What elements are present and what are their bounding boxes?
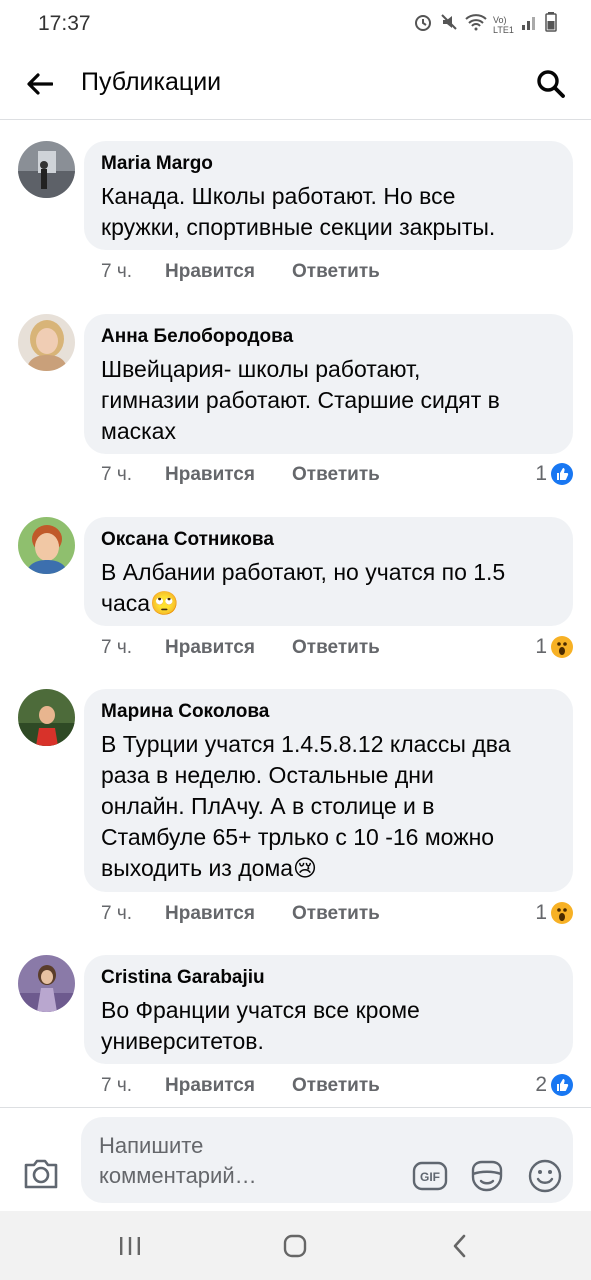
comment-actions: 7 ч. Нравится Ответить — [101, 1075, 380, 1097]
comment-time[interactable]: 7 ч. — [101, 1075, 165, 1097]
wow-reaction-icon — [551, 902, 573, 924]
comment-author[interactable]: Оксана Сотникова — [101, 529, 556, 551]
reaction-count[interactable]: 1 — [535, 462, 573, 486]
like-reaction-icon — [551, 463, 573, 485]
back-button[interactable] — [22, 66, 58, 102]
wifi-icon — [465, 13, 487, 36]
like-button[interactable]: Нравится — [165, 637, 292, 659]
avatar[interactable] — [18, 689, 75, 746]
avatar[interactable] — [18, 314, 75, 371]
comment-bubble[interactable]: Maria Margo Канада. Школы работают. Но в… — [84, 141, 573, 250]
comment-actions: 7 ч. Нравится Ответить — [101, 261, 380, 283]
like-button[interactable]: Нравится — [165, 903, 292, 925]
sticker-icon — [471, 1160, 503, 1192]
mute-icon — [439, 12, 459, 37]
camera-button[interactable] — [22, 1156, 60, 1192]
comment-actions: 7 ч. Нравится Ответить — [101, 637, 380, 659]
avatar[interactable] — [18, 141, 75, 198]
comment-text: Во Франции учатся все кроме университето… — [101, 997, 420, 1054]
reaction-count-label: 1 — [535, 462, 547, 485]
status-time: 17:37 — [38, 12, 91, 35]
svg-text:GIF: GIF — [420, 1170, 440, 1184]
reaction-count[interactable]: 2 — [535, 1073, 573, 1097]
reaction-count-label: 2 — [535, 1073, 547, 1096]
like-button[interactable]: Нравится — [165, 261, 292, 283]
comment-author[interactable]: Maria Margo — [101, 153, 556, 175]
home-button[interactable] — [275, 1229, 315, 1263]
reply-button[interactable]: Ответить — [292, 637, 380, 659]
avatar[interactable] — [18, 955, 75, 1012]
comment-text: Канада. Школы работают. Но все кружки, с… — [101, 183, 496, 240]
comment-list: Maria Margo Канада. Школы работают. Но в… — [0, 121, 591, 1107]
comment-time[interactable]: 7 ч. — [101, 637, 165, 659]
comment-input-placeholder: Напишите комментарий… — [99, 1133, 257, 1188]
comment-text: В Турции учатся 1.4.5.8.12 классы два ра… — [101, 731, 511, 881]
page-title: Публикации — [81, 68, 222, 96]
comment-author[interactable]: Cristina Garabajiu — [101, 967, 556, 989]
emoji-icon — [528, 1159, 562, 1193]
signal-icon — [521, 13, 539, 36]
comment-actions: 7 ч. Нравится Ответить — [101, 903, 380, 925]
search-icon — [537, 70, 565, 98]
search-button[interactable] — [533, 66, 569, 102]
wow-reaction-icon — [551, 636, 573, 658]
comment-author[interactable]: Анна Белобородова — [101, 326, 556, 348]
comment-bubble[interactable]: Анна Белобородова Швейцария- школы работ… — [84, 314, 573, 454]
reaction-count-label: 1 — [535, 901, 547, 924]
status-bar: 17:37 Vo) LTE1 — [0, 0, 591, 48]
comment-time[interactable]: 7 ч. — [101, 464, 165, 486]
comment-text: В Албании работают, но учатся по 1.5 час… — [101, 559, 506, 616]
avatar[interactable] — [18, 517, 75, 574]
comment-actions: 7 ч. Нравится Ответить — [101, 464, 380, 486]
comment-bubble[interactable]: Марина Соколова В Турции учатся 1.4.5.8.… — [84, 689, 573, 892]
back-nav-button[interactable] — [440, 1229, 480, 1263]
app-bar: Публикации — [0, 48, 591, 120]
camera-icon — [24, 1159, 58, 1189]
gif-icon: GIF — [412, 1161, 448, 1191]
comment-author[interactable]: Марина Соколова — [101, 701, 556, 723]
recent-apps-icon — [120, 1237, 140, 1255]
comment-bubble[interactable]: Оксана Сотникова В Албании работают, но … — [84, 517, 573, 626]
network-label: Vo) LTE1 — [493, 14, 514, 35]
status-icons: Vo) LTE1 — [413, 12, 557, 37]
reaction-count-label: 1 — [535, 635, 547, 658]
home-icon — [283, 1234, 307, 1258]
recent-apps-button[interactable] — [110, 1229, 150, 1263]
reaction-count[interactable]: 1 — [535, 635, 573, 659]
like-reaction-icon — [551, 1074, 573, 1096]
alarm-icon — [413, 12, 433, 37]
like-button[interactable]: Нравится — [165, 464, 292, 486]
sticker-button[interactable] — [469, 1158, 505, 1194]
comment-input[interactable]: Напишите комментарий… GIF — [81, 1117, 573, 1203]
reply-button[interactable]: Ответить — [292, 261, 380, 283]
reply-button[interactable]: Ответить — [292, 903, 380, 925]
battery-icon — [545, 12, 557, 37]
reply-button[interactable]: Ответить — [292, 1075, 380, 1097]
comment-time[interactable]: 7 ч. — [101, 261, 165, 283]
comment-text: Швейцария- школы работают, гимназии рабо… — [101, 356, 500, 444]
reply-button[interactable]: Ответить — [292, 464, 380, 486]
chevron-left-icon — [453, 1234, 466, 1258]
arrow-left-icon — [27, 73, 53, 95]
system-nav-bar — [0, 1211, 591, 1280]
comment-composer: Напишите комментарий… GIF — [0, 1107, 591, 1211]
like-button[interactable]: Нравится — [165, 1075, 292, 1097]
comment-time[interactable]: 7 ч. — [101, 903, 165, 925]
emoji-button[interactable] — [527, 1158, 563, 1194]
reaction-count[interactable]: 1 — [535, 901, 573, 925]
comment-bubble[interactable]: Cristina Garabajiu Во Франции учатся все… — [84, 955, 573, 1064]
gif-button[interactable]: GIF — [412, 1160, 448, 1192]
